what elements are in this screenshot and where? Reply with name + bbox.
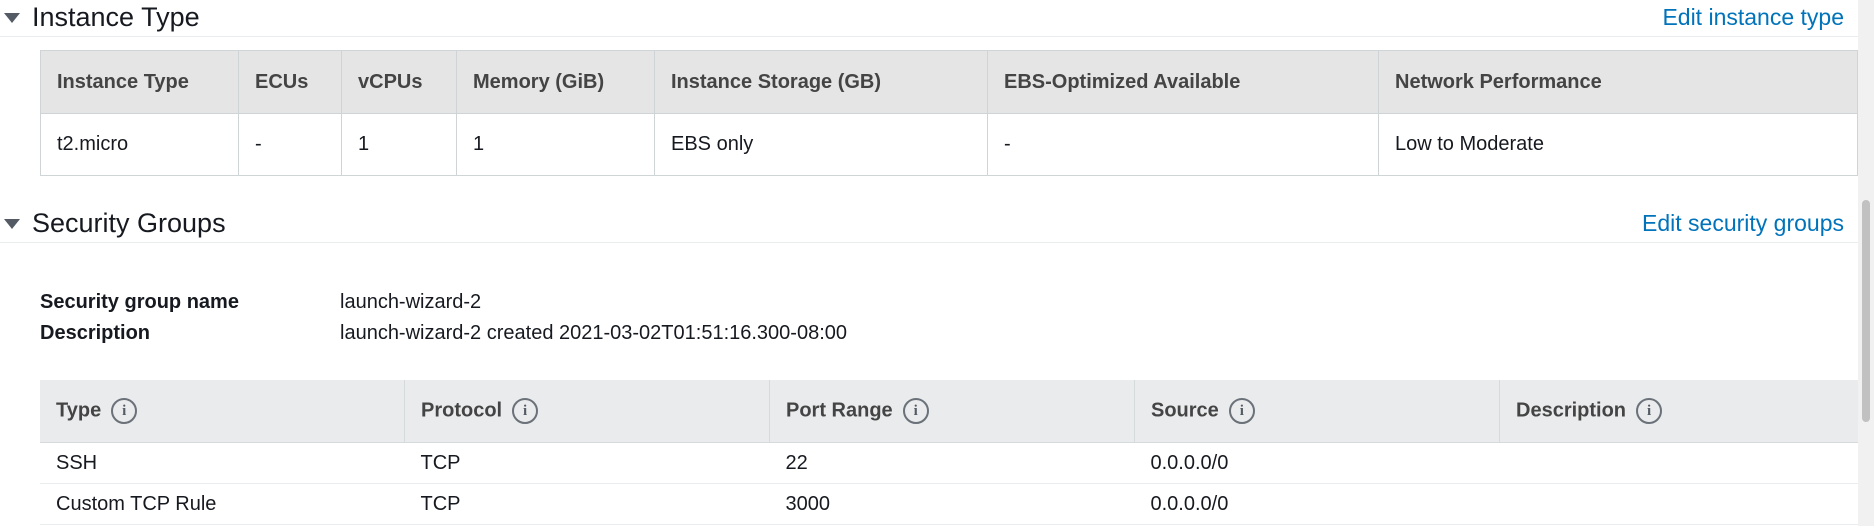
column-header-memory: Memory (GiB) bbox=[456, 50, 655, 114]
column-header-label: Type bbox=[56, 399, 102, 422]
column-header-source: Source i bbox=[1134, 380, 1500, 443]
table-header-row: Instance Type ECUs vCPUs Memory (GiB) In… bbox=[40, 50, 1858, 114]
column-header-label: Source bbox=[1151, 399, 1219, 422]
edit-instance-type-link[interactable]: Edit instance type bbox=[1662, 4, 1844, 31]
cell-network-performance: Low to Moderate bbox=[1378, 113, 1858, 176]
cell-description bbox=[1499, 442, 1858, 484]
cell-instance-storage: EBS only bbox=[654, 113, 988, 176]
column-header-label: Description bbox=[1516, 399, 1627, 422]
cell-description bbox=[1499, 483, 1858, 525]
column-header-network-performance: Network Performance bbox=[1378, 50, 1858, 114]
vertical-scrollbar[interactable] bbox=[1858, 0, 1874, 526]
info-icon[interactable]: i bbox=[1228, 398, 1255, 424]
column-header-description: Description i bbox=[1499, 380, 1858, 443]
cell-type: SSH bbox=[40, 442, 405, 484]
column-header-type: Type i bbox=[40, 380, 405, 443]
section-title-security-groups: Security Groups bbox=[32, 208, 226, 238]
cell-protocol: TCP bbox=[404, 483, 770, 525]
cell-instance-type: t2.micro bbox=[40, 113, 239, 176]
info-icon[interactable]: i bbox=[1636, 398, 1663, 424]
table-header-row: Type i Protocol i Port Range i Source i Desc… bbox=[40, 380, 1858, 443]
column-header-port-range: Port Range i bbox=[769, 380, 1135, 443]
instance-type-header[interactable]: Instance Type Edit instance type bbox=[0, 0, 1858, 37]
info-icon[interactable]: i bbox=[902, 398, 929, 424]
cell-ebs-optimized: - bbox=[987, 113, 1379, 176]
table-row: t2.micro - 1 1 EBS only - Low to Moderat… bbox=[40, 113, 1858, 176]
info-icon[interactable]: i bbox=[111, 398, 138, 424]
cell-port-range: 3000 bbox=[769, 483, 1135, 525]
column-header-instance-storage: Instance Storage (GB) bbox=[654, 50, 988, 114]
cell-type: Custom TCP Rule bbox=[40, 483, 405, 525]
column-header-vcpus: vCPUs bbox=[341, 50, 457, 114]
scrollbar-thumb[interactable] bbox=[1862, 200, 1870, 422]
security-groups-header[interactable]: Security Groups Edit security groups bbox=[0, 206, 1858, 243]
security-group-name-label: Security group name bbox=[40, 291, 239, 313]
table-row: SSH TCP 22 0.0.0.0/0 bbox=[40, 442, 1858, 484]
security-group-name-value: launch-wizard-2 bbox=[340, 291, 482, 313]
instance-type-table: Instance Type ECUs vCPUs Memory (GiB) In… bbox=[40, 50, 1858, 176]
collapse-caret-icon[interactable] bbox=[4, 219, 20, 229]
edit-security-groups-link[interactable]: Edit security groups bbox=[1642, 210, 1844, 237]
column-header-instance-type: Instance Type bbox=[40, 50, 239, 114]
cell-source: 0.0.0.0/0 bbox=[1134, 442, 1500, 484]
cell-vcpus: 1 bbox=[341, 113, 457, 176]
table-row: Custom TCP Rule TCP 3000 0.0.0.0/0 bbox=[40, 483, 1858, 525]
column-header-ecus: ECUs bbox=[238, 50, 342, 114]
cell-port-range: 22 bbox=[769, 442, 1135, 484]
review-page: Instance Type Edit instance type Instanc… bbox=[0, 0, 1858, 526]
column-header-ebs-optimized: EBS-Optimized Available bbox=[987, 50, 1379, 114]
cell-memory: 1 bbox=[456, 113, 655, 176]
collapse-caret-icon[interactable] bbox=[4, 13, 20, 23]
cell-ecus: - bbox=[238, 113, 342, 176]
column-header-label: Protocol bbox=[421, 399, 503, 422]
security-rules-table: Type i Protocol i Port Range i Source i Desc… bbox=[40, 380, 1858, 525]
column-header-label: Port Range bbox=[786, 399, 893, 422]
security-group-description-value: launch-wizard-2 created 2021-03-02T01:51… bbox=[340, 322, 848, 344]
security-group-description-label: Description bbox=[40, 322, 151, 344]
cell-source: 0.0.0.0/0 bbox=[1134, 483, 1500, 525]
section-title-instance-type: Instance Type bbox=[32, 2, 200, 32]
column-header-protocol: Protocol i bbox=[404, 380, 770, 443]
info-icon[interactable]: i bbox=[512, 398, 539, 424]
cell-protocol: TCP bbox=[404, 442, 770, 484]
